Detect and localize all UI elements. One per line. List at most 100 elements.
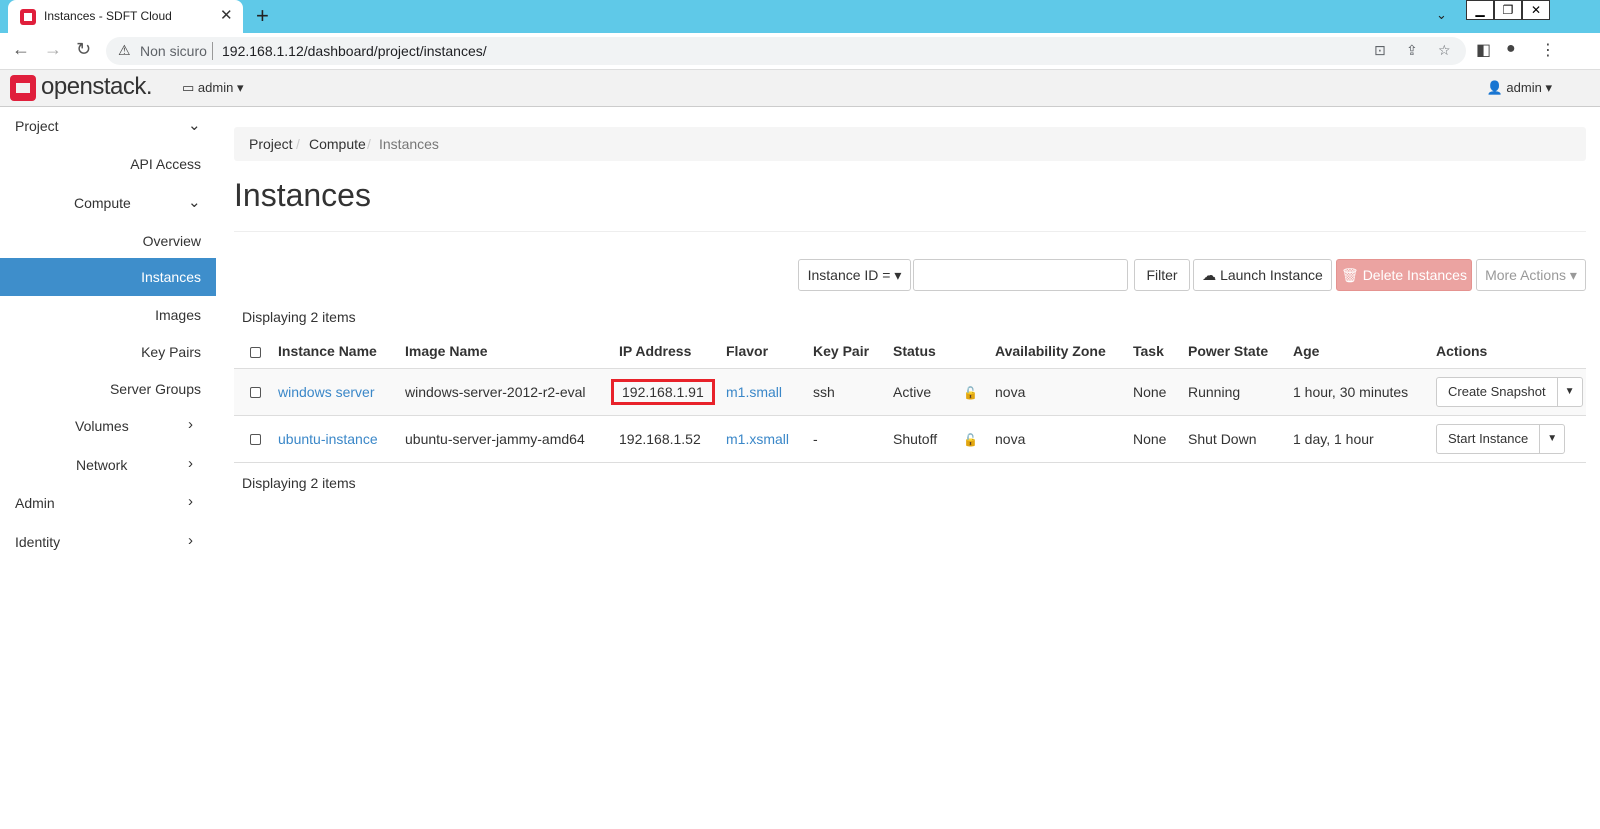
sidebar-item-key-pairs[interactable]: Key Pairs xyxy=(0,333,216,371)
minimize-icon[interactable]: ▁ xyxy=(1466,0,1494,20)
flavor-link[interactable]: m1.small xyxy=(726,384,782,400)
row-actions-caret-icon[interactable]: ▼ xyxy=(1558,378,1582,406)
delete-instances-label: Delete Instances xyxy=(1362,267,1467,283)
sidebar-item-label: Overview xyxy=(142,233,201,249)
row-select-cell xyxy=(234,368,278,416)
row-actions-group: Create Snapshot ▼ xyxy=(1436,376,1583,407)
column-header-flavor[interactable]: Flavor xyxy=(726,334,813,369)
sidebar-item-label: Instances xyxy=(141,269,201,285)
window-close-icon[interactable]: ✕ xyxy=(1522,0,1550,20)
instance-name-link[interactable]: ubuntu-instance xyxy=(278,431,378,447)
row-checkbox[interactable] xyxy=(250,434,261,446)
url-text[interactable]: 192.168.1.12/dashboard/project/instances… xyxy=(222,43,487,59)
warning-icon[interactable]: ⚠ xyxy=(118,42,131,59)
browser-menu-icon[interactable]: ⋮ xyxy=(1540,40,1556,60)
filter-input[interactable] xyxy=(913,259,1128,291)
column-header-key-pair[interactable]: Key Pair xyxy=(813,334,893,369)
breadcrumb-instances: Instances xyxy=(379,136,439,152)
column-header-ip-address[interactable]: IP Address xyxy=(619,334,726,369)
key-pair-cell: - xyxy=(813,415,893,463)
security-label[interactable]: Non sicuro xyxy=(140,43,207,59)
instance-name-link[interactable]: windows server xyxy=(278,384,374,400)
table-row: ubuntu-instance ubuntu-server-jammy-amd6… xyxy=(234,415,1586,463)
share-icon[interactable]: ⇪ xyxy=(1406,42,1418,59)
sidebar-item-api-access[interactable]: API Access xyxy=(0,145,216,183)
browser-tab[interactable]: Instances - SDFT Cloud ✕ xyxy=(8,0,243,33)
forward-icon[interactable]: → xyxy=(44,39,62,60)
column-header-instance-name[interactable]: Instance Name xyxy=(278,334,405,369)
caret-down-icon: ▾ xyxy=(1569,267,1577,283)
sidebar-item-label: Project xyxy=(15,118,59,134)
sidebar-item-instances[interactable]: Instances xyxy=(0,258,216,296)
availability-zone-cell: nova xyxy=(995,415,1133,463)
filter-field-select[interactable]: Instance ID = ▾ xyxy=(798,259,911,291)
back-icon[interactable]: ← xyxy=(12,39,30,60)
sidebar-item-images[interactable]: Images xyxy=(0,296,216,334)
project-switcher[interactable]: ▭ admin ▾ xyxy=(182,80,244,96)
row-actions-caret-icon[interactable]: ▼ xyxy=(1540,425,1564,453)
reload-icon[interactable]: ↻ xyxy=(76,39,91,60)
chevron-down-icon: ⌄ xyxy=(188,194,201,211)
image-name-cell: windows-server-2012-r2-eval xyxy=(405,368,619,416)
flavor-link[interactable]: m1.xsmall xyxy=(726,431,789,447)
openstack-logo-text[interactable]: openstack. xyxy=(41,73,153,101)
unlock-icon[interactable]: 🔓 xyxy=(963,386,978,400)
sidebar-item-label: Server Groups xyxy=(109,381,201,397)
flavor-cell: m1.small xyxy=(726,368,813,416)
breadcrumb-compute[interactable]: Compute xyxy=(309,136,366,152)
ip-address-cell: 192.168.1.91 xyxy=(611,368,726,416)
restore-icon[interactable]: ❐ xyxy=(1494,0,1522,20)
omnibox[interactable]: ⚠ Non sicuro 192.168.1.12/dashboard/proj… xyxy=(106,37,1466,65)
select-all-cell xyxy=(234,334,278,369)
age-cell: 1 day, 1 hour xyxy=(1293,415,1436,463)
sidebar-item-label: Compute xyxy=(74,195,131,211)
filter-button[interactable]: Filter xyxy=(1134,259,1190,291)
launch-instance-button[interactable]: ☁ Launch Instance xyxy=(1193,259,1332,291)
column-header-age[interactable]: Age xyxy=(1293,334,1436,369)
sidebar-item-compute[interactable]: Compute ⌄ xyxy=(0,184,216,222)
sidebar-item-identity[interactable]: Identity › xyxy=(0,523,216,561)
status-cell: Shutoff xyxy=(893,415,961,463)
column-header-availability-zone[interactable]: Availability Zone xyxy=(995,334,1133,369)
sidebar-item-overview[interactable]: Overview xyxy=(0,222,216,260)
bookmark-star-icon[interactable]: ☆ xyxy=(1438,42,1451,59)
chevron-down-icon: ⌄ xyxy=(188,117,201,134)
sidebar-item-network[interactable]: Network › xyxy=(0,446,216,484)
unlock-icon[interactable]: 🔓 xyxy=(963,433,978,447)
user-menu-label: admin xyxy=(1506,80,1542,95)
tab-search-chevron-icon[interactable]: ⌄ xyxy=(1436,7,1447,23)
sidebar-item-label: Admin xyxy=(15,495,55,511)
delete-instances-button[interactable]: 🗑 Delete Instances xyxy=(1336,259,1472,291)
column-header-status[interactable]: Status xyxy=(893,334,961,369)
translate-icon[interactable]: ⊡ xyxy=(1374,42,1386,59)
project-switcher-label: admin xyxy=(197,80,234,95)
table-row: windows server windows-server-2012-r2-ev… xyxy=(234,368,1586,416)
create-snapshot-button[interactable]: Create Snapshot xyxy=(1437,377,1558,406)
age-cell: 1 hour, 30 minutes xyxy=(1293,368,1436,416)
page-title: Instances xyxy=(234,177,371,213)
column-header-image-name[interactable]: Image Name xyxy=(405,334,619,369)
sidebar-item-server-groups[interactable]: Server Groups xyxy=(0,370,216,408)
omnibox-divider xyxy=(212,42,213,60)
select-all-checkbox[interactable] xyxy=(250,346,261,358)
breadcrumb-project[interactable]: Project xyxy=(249,136,293,152)
side-panel-icon[interactable]: ◧ xyxy=(1476,40,1491,60)
sidebar-item-project[interactable]: Project ⌄ xyxy=(0,107,216,145)
start-instance-button[interactable]: Start Instance xyxy=(1437,424,1541,453)
tab-close-icon[interactable]: ✕ xyxy=(220,6,233,24)
openstack-logo-icon[interactable] xyxy=(10,75,36,101)
column-header-power-state[interactable]: Power State xyxy=(1188,334,1293,369)
chevron-right-icon: › xyxy=(188,532,193,549)
user-menu[interactable]: 👤 admin ▾ xyxy=(1487,80,1552,96)
title-divider xyxy=(234,231,1586,232)
sidebar-item-admin[interactable]: Admin › xyxy=(0,484,216,522)
column-header-task[interactable]: Task xyxy=(1133,334,1188,369)
actions-cell: Create Snapshot ▼ xyxy=(1436,368,1586,416)
profile-avatar-icon[interactable]: ● xyxy=(1506,40,1516,58)
more-actions-label: More Actions xyxy=(1485,267,1566,283)
status-cell: Active xyxy=(893,368,961,416)
new-tab-icon[interactable]: + xyxy=(256,3,269,29)
row-checkbox[interactable] xyxy=(250,387,261,399)
sidebar-item-volumes[interactable]: Volumes › xyxy=(0,407,216,445)
more-actions-button[interactable]: More Actions ▾ xyxy=(1476,259,1586,291)
